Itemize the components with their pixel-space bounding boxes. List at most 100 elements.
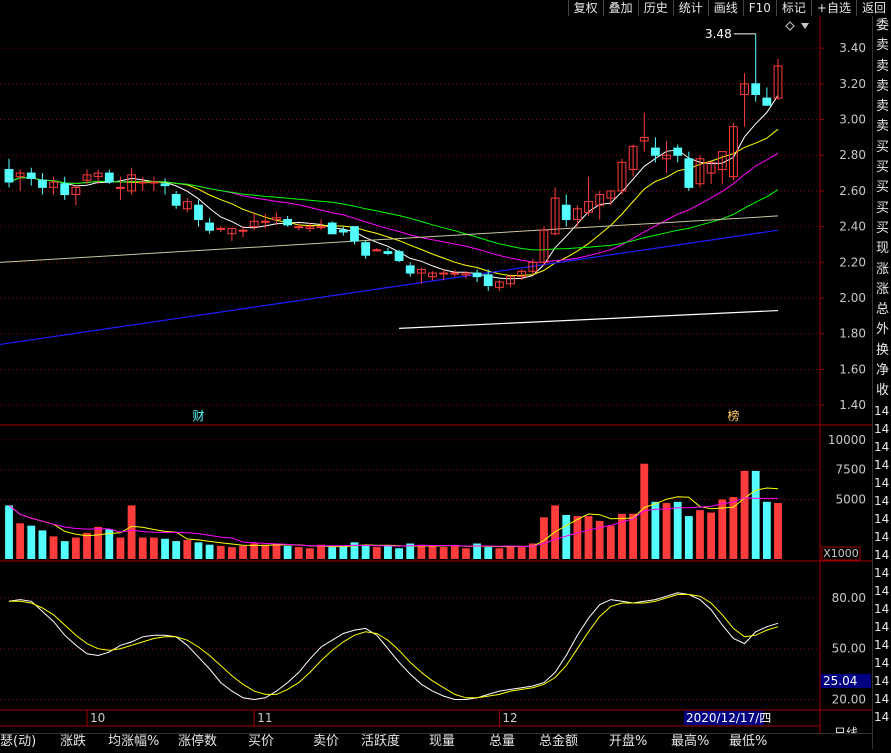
candle-body (651, 147, 660, 156)
volume-bar (294, 547, 303, 559)
volume-bar (662, 503, 671, 559)
quote-value: 14 (874, 547, 890, 562)
column-header[interactable]: 总量 (489, 734, 539, 750)
column-header[interactable]: 最高% (671, 734, 729, 750)
quote-label: 委 (875, 18, 889, 33)
quote-label: 外 (875, 322, 889, 338)
kdj-current-value: 25.04 (823, 674, 857, 688)
column-header[interactable]: 卖价 (313, 734, 361, 750)
volume-bar (71, 537, 80, 559)
volume-bar (428, 545, 437, 559)
table-header: 瑟(动) 涨跌 均涨幅% 涨停数 买价 卖价 活跃度 现量 总量 总金额 开盘% 最高% 最低% (0, 733, 872, 750)
kdj-tick-label: 50.00 (832, 642, 866, 656)
column-header[interactable]: 总金额 (539, 734, 609, 750)
volume-bar (584, 516, 593, 559)
volume-bar (127, 505, 136, 559)
volume-bar (684, 516, 693, 559)
candle-body (194, 204, 203, 221)
volume-bar (450, 545, 459, 559)
volume-tick-label: 10000 (828, 433, 866, 447)
candle-body (26, 172, 36, 179)
candle-body (751, 83, 761, 96)
volume-bar (116, 537, 125, 559)
volume-bar (495, 548, 504, 559)
candle-body (338, 229, 348, 233)
candle-body (561, 204, 571, 221)
price-tick-label: 2.80 (839, 148, 866, 162)
ma10-line (8, 128, 779, 277)
toolbar-button-7[interactable]: +自选 (810, 0, 856, 16)
toolbar-button-1[interactable]: 叠加 (602, 0, 638, 16)
column-header[interactable]: 最低% (729, 734, 789, 750)
quote-label: 涨 (875, 281, 889, 297)
volume-tick-label: 7500 (835, 463, 866, 477)
price-tick-label: 1.60 (839, 362, 866, 376)
column-header[interactable]: 均涨幅% (108, 734, 178, 750)
column-header[interactable]: 开盘% (609, 734, 671, 750)
volume-bar (384, 545, 392, 559)
volume-bar (339, 545, 348, 559)
candle-body (405, 265, 415, 274)
volume-bar (38, 530, 47, 559)
volume-bar (372, 547, 381, 559)
volume-bar (138, 537, 147, 559)
price-tick-label: 2.60 (839, 184, 866, 198)
price-tick-label: 2.40 (839, 220, 866, 234)
quote-label: 卖 (875, 78, 889, 94)
volume-bar (49, 536, 58, 559)
quote-label: 总 (875, 302, 889, 318)
toolbar-button-2[interactable]: 历史 (637, 0, 673, 16)
volume-bar (506, 545, 515, 559)
volume-bar (439, 547, 448, 559)
price-tick-label: 2.00 (839, 291, 866, 305)
column-header[interactable]: 活跃度 (361, 734, 429, 750)
volume-bar (306, 548, 314, 559)
volume-bar (227, 547, 236, 559)
quote-value: 14 (874, 457, 890, 472)
column-header[interactable]: 现量 (429, 734, 489, 750)
quote-label: 收 (875, 383, 889, 399)
column-header[interactable]: 涨停数 (178, 734, 248, 750)
candle-body (316, 226, 326, 229)
candle-body (762, 97, 772, 106)
volume-bar (60, 541, 69, 559)
candle-body (171, 194, 181, 206)
quote-value: 14 (874, 691, 890, 706)
quote-value: 14 (874, 493, 890, 508)
quote-value: 14 (874, 583, 890, 598)
kdj-d-line (9, 594, 779, 699)
toolbar-button-4[interactable]: 画线 (707, 0, 743, 16)
candle-body (472, 272, 482, 278)
quote-value: 14 (874, 511, 890, 526)
toolbar-button-0[interactable]: 复权 (567, 0, 603, 16)
column-header[interactable]: 买价 (248, 734, 313, 750)
volume-bar (673, 501, 682, 559)
candle-body (673, 147, 683, 156)
volume-bar (239, 545, 247, 559)
volume-bar (651, 501, 660, 559)
candle-body (327, 222, 337, 235)
ma120-line (399, 309, 779, 329)
toolbar-button-3[interactable]: 统计 (672, 0, 708, 16)
toolbar-button-6[interactable]: 标记 (775, 0, 811, 16)
candle-body (149, 181, 159, 184)
column-header[interactable]: 涨跌 (60, 734, 108, 750)
quote-label: 买 (875, 180, 889, 196)
volume-bar (261, 544, 270, 559)
candle-body (160, 183, 170, 187)
volume-bar (183, 539, 192, 559)
volume-bar (328, 547, 337, 559)
volume-bar (573, 516, 582, 559)
volume-bar (417, 544, 426, 559)
candle-body (38, 179, 47, 188)
quote-value: 14 (874, 637, 890, 652)
volume-unit-label: X1000 (823, 547, 859, 560)
volume-bar (361, 544, 370, 559)
price-tick-label: 1.80 (839, 327, 866, 341)
volume-bar (94, 526, 103, 559)
quote-value: 14 (874, 655, 890, 670)
toolbar-button-5[interactable]: F10 (742, 0, 776, 16)
column-header[interactable]: 瑟(动) (0, 734, 60, 750)
max-price-label: 3.48 (705, 27, 732, 41)
toolbar-button-8[interactable]: 返回 (855, 0, 891, 16)
